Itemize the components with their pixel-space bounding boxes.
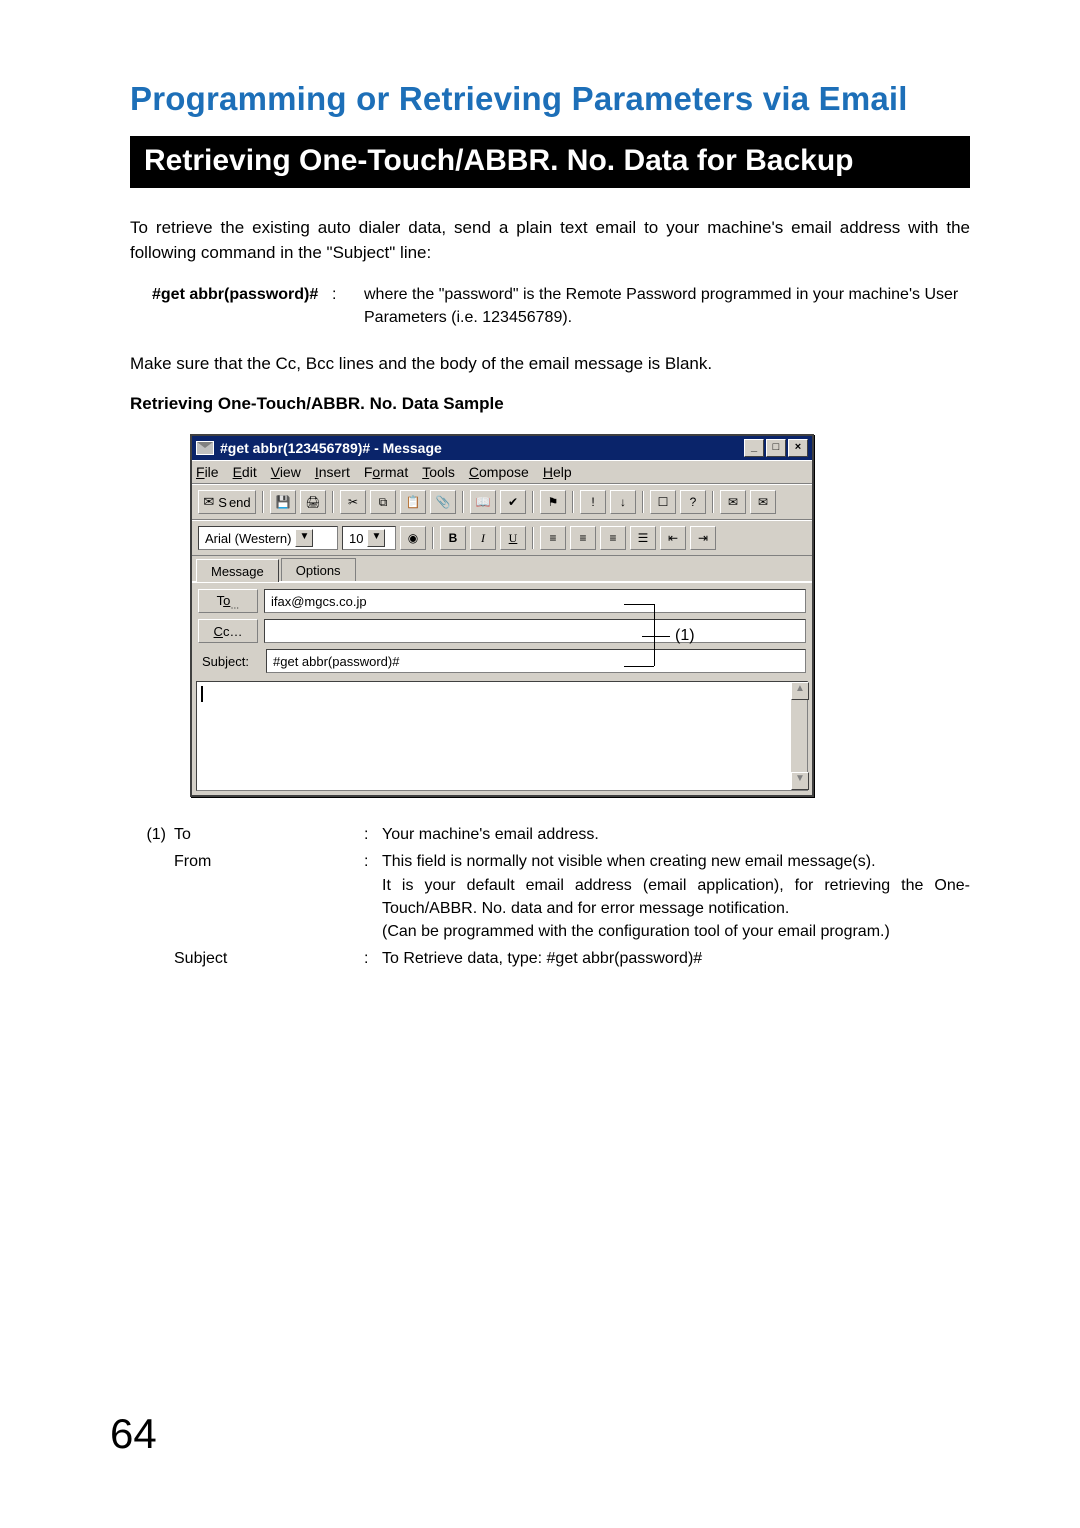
menubar[interactable]: File Edit View Insert Format Tools Compo… (192, 460, 812, 484)
attach-icon[interactable]: 📎 (430, 490, 456, 514)
print-icon[interactable]: 🖨 (300, 490, 326, 514)
help-icon[interactable]: ? (680, 490, 706, 514)
italic-button[interactable]: I (470, 526, 496, 550)
mail-icon[interactable]: ✉ (720, 490, 746, 514)
command-label: #get abbr(password)# (130, 283, 332, 329)
align-right-icon[interactable]: ≡ (600, 526, 626, 550)
def-label: From (174, 850, 364, 943)
menu-tools[interactable]: Tools (422, 464, 455, 480)
paste-icon[interactable]: 📋 (400, 490, 426, 514)
outdent-icon[interactable]: ⇤ (660, 526, 686, 550)
minimize-button[interactable]: _ (744, 439, 764, 457)
menu-insert[interactable]: Insert (315, 464, 350, 480)
send-button[interactable]: ✉Send (198, 490, 256, 514)
subject-input[interactable]: #get abbr(password)# (266, 649, 806, 673)
def-desc: This field is normally not visible when … (382, 850, 970, 943)
callout-line (654, 604, 655, 666)
size-value: 10 (349, 531, 363, 546)
options-icon[interactable]: ☐ (650, 490, 676, 514)
menu-help[interactable]: Help (543, 464, 572, 480)
cc-input[interactable] (264, 619, 806, 643)
indent-icon[interactable]: ⇥ (690, 526, 716, 550)
toolbar-main: ✉Send 💾 🖨 ✂ ⧉ 📋 📎 📖 ✔ ⚑ ! ↓ ☐ ? (192, 484, 812, 520)
mail2-icon[interactable]: ✉ (750, 490, 776, 514)
intro-paragraph: To retrieve the existing auto dialer dat… (130, 216, 970, 265)
menu-format[interactable]: Format (364, 464, 408, 480)
text-cursor (201, 686, 203, 702)
font-value: Arial (Western) (205, 531, 291, 546)
close-button[interactable]: × (788, 439, 808, 457)
menu-edit[interactable]: Edit (233, 464, 257, 480)
titlebar: #get abbr(123456789)# - Message _ □ × (192, 436, 812, 460)
subject-label: Subject: (198, 650, 260, 672)
def-desc: Your machine's email address. (382, 823, 970, 846)
callout-label: (1) (675, 627, 695, 645)
save-icon[interactable]: 💾 (270, 490, 296, 514)
command-desc: where the "password" is the Remote Passw… (364, 283, 970, 329)
importance-high-icon[interactable]: ! (580, 490, 606, 514)
cut-icon[interactable]: ✂ (340, 490, 366, 514)
chevron-down-icon[interactable]: ▼ (295, 529, 313, 547)
command-colon: : (332, 283, 364, 329)
def-row-from: From : This field is normally not visibl… (130, 850, 970, 943)
scroll-down-icon[interactable]: ▼ (791, 772, 809, 790)
def-label: Subject (174, 947, 364, 970)
menu-file[interactable]: File (196, 464, 219, 480)
maximize-button[interactable]: □ (766, 439, 786, 457)
align-left-icon[interactable]: ≡ (540, 526, 566, 550)
size-combo[interactable]: 10 ▼ (342, 526, 396, 550)
callout-line (624, 666, 654, 667)
flag-icon[interactable]: ⚑ (540, 490, 566, 514)
section-heading: Retrieving One-Touch/ABBR. No. Data for … (130, 136, 970, 188)
menu-view[interactable]: View (271, 464, 301, 480)
window-title: #get abbr(123456789)# - Message (220, 440, 442, 456)
tab-message[interactable]: Message (196, 559, 279, 582)
def-row-subject: Subject : To Retrieve data, type: #get a… (130, 947, 970, 970)
email-window: #get abbr(123456789)# - Message _ □ × Fi… (190, 434, 814, 797)
def-row-to: (1) To : Your machine's email address. (130, 823, 970, 846)
toolbar-format: Arial (Western) ▼ 10 ▼ ◉ B I U ≡ ≡ ≡ ☰ ⇤… (192, 520, 812, 556)
definitions: (1) To : Your machine's email address. F… (130, 823, 970, 970)
header-fields: To… ifax@mgcs.co.jp Cc… Subject: #get ab… (192, 582, 812, 679)
bullets-icon[interactable]: ☰ (630, 526, 656, 550)
def-num: (1) (130, 823, 174, 846)
to-button[interactable]: To… (198, 589, 258, 613)
copy-icon[interactable]: ⧉ (370, 490, 396, 514)
page-title: Programming or Retrieving Parameters via… (130, 80, 970, 118)
menu-compose[interactable]: Compose (469, 464, 529, 480)
blank-note: Make sure that the Cc, Bcc lines and the… (130, 352, 970, 377)
def-colon: : (364, 850, 382, 943)
def-colon: : (364, 823, 382, 846)
address-book-icon[interactable]: 📖 (470, 490, 496, 514)
def-label: To (174, 823, 364, 846)
color-icon[interactable]: ◉ (400, 526, 426, 550)
font-combo[interactable]: Arial (Western) ▼ (198, 526, 338, 550)
scroll-up-icon[interactable]: ▲ (791, 682, 809, 700)
tabs: Message Options (192, 556, 812, 582)
to-input[interactable]: ifax@mgcs.co.jp (264, 589, 806, 613)
callout-line (642, 636, 670, 637)
command-row: #get abbr(password)# : where the "passwo… (130, 283, 970, 329)
check-names-icon[interactable]: ✔ (500, 490, 526, 514)
cc-button[interactable]: Cc… (198, 619, 258, 643)
envelope-icon (196, 441, 214, 455)
message-body[interactable]: ▲ ▼ (196, 681, 808, 791)
tab-options[interactable]: Options (281, 558, 356, 581)
align-center-icon[interactable]: ≡ (570, 526, 596, 550)
sample-heading: Retrieving One-Touch/ABBR. No. Data Samp… (130, 394, 970, 414)
def-colon: : (364, 947, 382, 970)
underline-button[interactable]: U (500, 526, 526, 550)
callout-line (624, 604, 654, 605)
bold-button[interactable]: B (440, 526, 466, 550)
scrollbar[interactable]: ▲ ▼ (791, 682, 807, 790)
chevron-down-icon[interactable]: ▼ (367, 529, 385, 547)
page-number: 64 (110, 1410, 157, 1458)
def-desc: To Retrieve data, type: #get abbr(passwo… (382, 947, 970, 970)
importance-low-icon[interactable]: ↓ (610, 490, 636, 514)
